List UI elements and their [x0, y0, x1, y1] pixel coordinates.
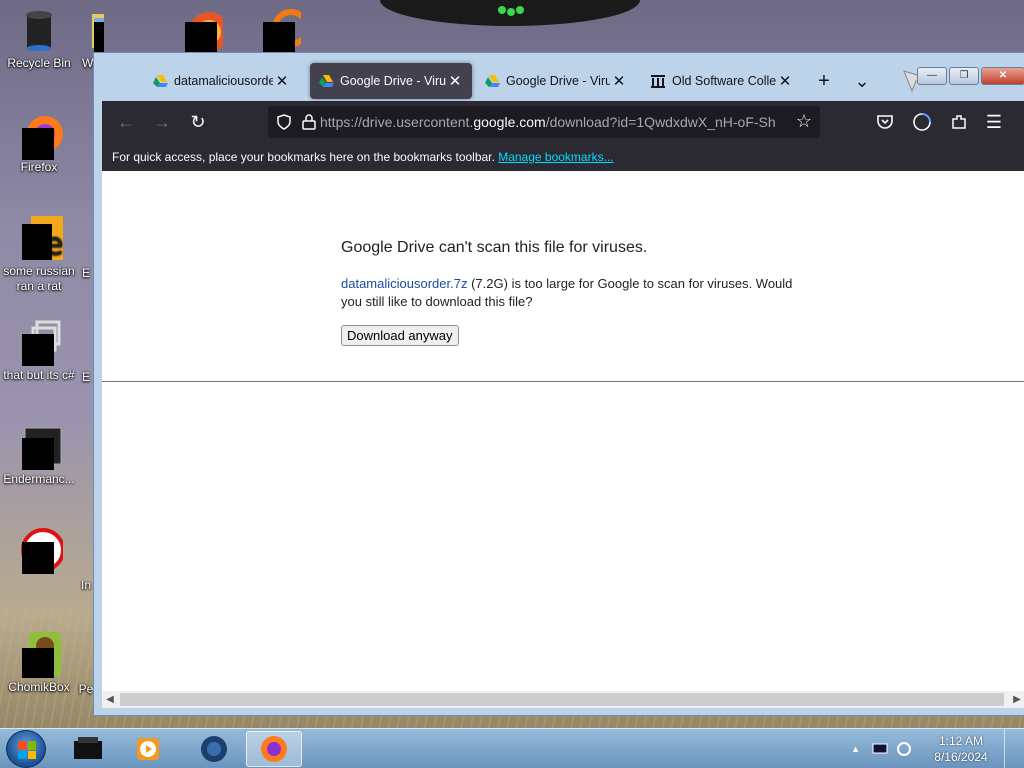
close-icon[interactable]: ✕	[776, 72, 794, 90]
google-drive-icon	[319, 75, 334, 87]
arrow-left-icon: ←	[117, 112, 135, 132]
forward-button[interactable]: →	[150, 110, 174, 134]
tab-datamaliciousorder[interactable]: datamaliciousorder.7z ✕	[144, 63, 299, 99]
taskbar: ▲ 1:12 AM 8/16/2024	[0, 728, 1024, 768]
taskbar-app-3[interactable]	[186, 731, 242, 767]
account-icon[interactable]	[912, 112, 932, 132]
manage-bookmarks-link[interactable]: Manage bookmarks...	[498, 150, 613, 164]
chevron-down-icon: ⌄	[854, 70, 870, 91]
url-text[interactable]: https://drive.usercontent.google.com/dow…	[320, 114, 780, 130]
firefox-icon	[261, 736, 287, 762]
reload-button[interactable]: ↻	[186, 110, 210, 134]
hamburger-icon: ☰	[985, 112, 1003, 132]
pocket-icon[interactable]	[876, 113, 894, 131]
arrow-right-icon: →	[153, 112, 171, 132]
window-controls: — ❐ ✕	[917, 67, 1024, 85]
desktop-icon-6[interactable]	[0, 526, 78, 576]
horizontal-scrollbar[interactable]: ◀ ▶	[102, 691, 1024, 708]
desktop-icon-recycle-bin[interactable]: Recycle Bin	[0, 6, 78, 71]
tab-google-drive-virus[interactable]: Google Drive - Virus scan warning ✕	[476, 63, 636, 99]
page-content: Google Drive can't scan this file for vi…	[102, 171, 1024, 693]
menu-button[interactable]: ☰	[982, 110, 1006, 134]
google-drive-icon	[485, 75, 500, 87]
firefox-icon	[15, 110, 63, 160]
scroll-right-icon[interactable]: ▶	[1009, 691, 1024, 708]
volume-icon[interactable]	[896, 741, 912, 757]
system-tray: ▲ 1:12 AM 8/16/2024	[851, 729, 1014, 768]
clock-date: 8/16/2024	[934, 750, 988, 764]
media-player-icon	[137, 738, 159, 760]
close-icon[interactable]: ✕	[273, 72, 291, 90]
desktop-icon-partial-4[interactable]: Pe	[78, 682, 94, 697]
navigation-toolbar: ← → ↻ https://drive.usercontent.google.c…	[102, 101, 1024, 143]
wallpaper-top	[380, 0, 640, 26]
desktop-icon-3[interactable]	[160, 6, 238, 56]
chomikbox-icon	[15, 630, 63, 678]
windows-logo-icon	[18, 741, 36, 759]
taskbar-app-1[interactable]	[60, 731, 116, 767]
google-drive-icon	[153, 75, 168, 87]
desktop-icon-partial-2[interactable]: E	[78, 370, 94, 385]
box-app-icon	[74, 737, 102, 759]
virus-scan-warning: Google Drive can't scan this file for vi…	[341, 239, 801, 346]
scrollbar-thumb[interactable]	[120, 693, 1004, 706]
lock-icon[interactable]	[302, 114, 316, 130]
extensions-icon[interactable]	[950, 113, 968, 131]
show-hidden-icons-icon[interactable]: ▲	[851, 744, 860, 754]
globe-app-icon	[201, 736, 227, 762]
back-button[interactable]: ←	[114, 110, 138, 134]
tab-old-software-collection[interactable]: Old Software Collection ✕	[642, 63, 802, 99]
recycle-bin-icon	[15, 6, 63, 54]
desktop-icon-russian-rat[interactable]: e some russian ran a rat	[0, 214, 78, 294]
page-title: Google Drive can't scan this file for vi…	[341, 239, 648, 256]
shield-icon[interactable]	[276, 114, 292, 130]
desktop-icon-firefox[interactable]: Firefox	[0, 110, 78, 175]
scroll-left-icon[interactable]: ◀	[102, 691, 118, 708]
reload-icon: ↻	[190, 112, 206, 132]
plus-icon: +	[818, 69, 830, 92]
desktop-icon-partial-3[interactable]: In	[78, 578, 94, 593]
taskbar-app-media-player[interactable]	[120, 731, 176, 767]
url-bar[interactable]: https://drive.usercontent.google.com/dow…	[268, 106, 820, 138]
desktop-icon-partial-1[interactable]: E	[78, 266, 94, 281]
desktop-icon-endermanch[interactable]: Endermanc...	[0, 422, 78, 487]
clock-time: 1:12 AM	[938, 734, 984, 748]
desktop-icon-c-sharp[interactable]: that but its c#	[0, 318, 78, 383]
tab-google-drive-virus-active[interactable]: Google Drive - Virus scan warning ✕	[310, 63, 472, 99]
start-button[interactable]	[6, 730, 46, 768]
desktop-icon-4[interactable]	[238, 6, 316, 56]
firefox-like-icon	[175, 6, 229, 54]
close-icon[interactable]: ✕	[610, 72, 628, 90]
folder-icon	[74, 6, 104, 54]
maximize-button[interactable]: ❐	[949, 67, 979, 85]
bookmarks-toolbar: For quick access, place your bookmarks h…	[102, 143, 1024, 171]
new-tab-button[interactable]: +	[810, 63, 838, 99]
divider	[102, 381, 1024, 382]
minimize-button[interactable]: —	[917, 67, 947, 85]
browser-window: datamaliciousorder.7z ✕ Google Drive - V…	[93, 52, 1024, 716]
archive-org-icon	[651, 75, 665, 88]
download-anyway-button[interactable]: Download anyway	[341, 325, 459, 346]
app-icon	[15, 526, 65, 574]
close-icon[interactable]: ✕	[446, 72, 464, 90]
stack-icon	[15, 318, 63, 366]
warning-message: datamaliciousorder.7z (7.2G) is too larg…	[341, 276, 793, 309]
network-icon[interactable]	[872, 742, 888, 756]
file-name-link[interactable]: datamaliciousorder.7z	[341, 276, 467, 291]
list-all-tabs-button[interactable]: ⌄	[848, 63, 876, 99]
close-window-button[interactable]: ✕	[981, 67, 1024, 85]
desktop-icon-chomikbox[interactable]: ChomikBox	[0, 630, 78, 695]
show-desktop-button[interactable]	[1004, 729, 1014, 768]
document-icon: e	[15, 214, 63, 262]
taskbar-app-firefox[interactable]	[246, 731, 302, 767]
star-icon[interactable]: ☆	[796, 111, 812, 132]
file-size: (7.2G)	[471, 276, 508, 291]
clock[interactable]: 1:12 AM 8/16/2024	[926, 733, 996, 765]
terminal-icon	[15, 422, 63, 470]
orange-ring-icon	[253, 6, 310, 54]
